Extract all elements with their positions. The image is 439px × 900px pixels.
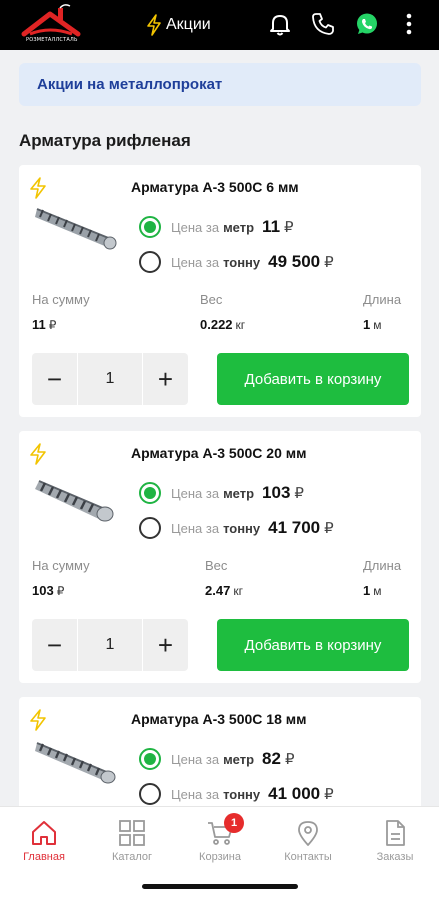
logo-text: РОЗМЕТАЛЛСТАЛЬ: [26, 37, 78, 43]
weight-value: 0.222 кг: [200, 317, 246, 332]
document-icon: [386, 820, 405, 846]
length-value: 1м: [363, 317, 382, 332]
rebar-image[interactable]: [33, 467, 123, 523]
decrement-button[interactable]: −: [32, 619, 78, 671]
product-card: Арматура А-3 500С 6 мм Цена за метр 11 ₽…: [19, 165, 421, 417]
nav-item-catalog[interactable]: Каталог: [92, 819, 172, 863]
quantity-value[interactable]: 1: [78, 370, 142, 388]
section-title: Арматура рифленая: [19, 131, 191, 150]
quantity-value[interactable]: 1: [78, 636, 142, 654]
weight-label: Вес: [205, 558, 228, 573]
quantity-stepper: − 1 +: [32, 619, 188, 671]
nav-label: Контакты: [284, 851, 332, 863]
price-prefix: Цена за: [171, 219, 220, 235]
price-unit: метр: [223, 485, 255, 501]
sum-label: На сумму: [32, 292, 90, 307]
grid-icon: [119, 820, 145, 846]
sum-value: 11 ₽: [32, 317, 57, 332]
price-value: 82: [262, 749, 281, 768]
lightning-icon: [147, 14, 161, 36]
price-unit: тонну: [223, 786, 261, 802]
nav-item-orders[interactable]: Заказы: [355, 819, 435, 863]
currency-sign: ₽: [284, 219, 294, 236]
price-option-meter[interactable]: Цена за метр 103 ₽: [139, 481, 304, 505]
whatsapp-icon[interactable]: [354, 11, 380, 37]
currency-sign: ₽: [294, 485, 304, 502]
rebar-image[interactable]: [33, 201, 123, 257]
currency-sign: ₽: [324, 254, 334, 271]
increment-button[interactable]: +: [142, 619, 188, 671]
price-unit: тонну: [223, 520, 261, 536]
quantity-stepper: − 1 +: [32, 353, 188, 405]
add-to-cart-button[interactable]: Добавить в корзину: [217, 353, 409, 405]
nav-item-contacts[interactable]: Контакты: [268, 819, 348, 863]
price-option-meter[interactable]: Цена за метр 11 ₽: [139, 215, 294, 239]
increment-button[interactable]: +: [142, 353, 188, 405]
price-value: 103: [262, 483, 291, 502]
price-option-ton[interactable]: Цена за тонну 49 500 ₽: [139, 250, 334, 274]
nav-item-home[interactable]: Главная: [4, 819, 84, 863]
currency-sign: ₽: [324, 520, 334, 537]
weight-value: 2.47 кг: [205, 583, 243, 598]
currency-sign: ₽: [284, 751, 295, 768]
phone-icon[interactable]: [310, 11, 336, 37]
more-vertical-icon[interactable]: [396, 11, 422, 37]
price-prefix: Цена за: [171, 751, 220, 767]
nav-label: Каталог: [112, 851, 152, 863]
length-value: 1м: [363, 583, 382, 598]
cart-badge: 1: [224, 813, 244, 833]
length-label: Длина: [363, 292, 402, 307]
lightning-icon: [30, 709, 46, 731]
price-prefix: Цена за: [171, 786, 220, 802]
price-option-meter[interactable]: Цена за метр 82 ₽: [139, 747, 295, 771]
price-option-ton[interactable]: Цена за тонну 41 000 ₽: [139, 782, 334, 806]
location-pin-icon: [298, 821, 318, 846]
price-unit: метр: [223, 219, 255, 235]
radio-button[interactable]: [139, 783, 161, 805]
lightning-icon: [30, 177, 46, 199]
nav-label: Главная: [23, 851, 65, 863]
radio-button[interactable]: [139, 517, 161, 539]
price-value: 49 500: [268, 252, 321, 271]
product-card: Арматура А-3 500С 20 мм Цена за метр 103…: [19, 431, 421, 683]
lightning-icon: [30, 443, 46, 465]
weight-label: Вес: [200, 292, 223, 307]
price-option-ton[interactable]: Цена за тонну 41 700 ₽: [139, 516, 334, 540]
currency-sign: ₽: [324, 786, 334, 803]
home-indicator[interactable]: [142, 884, 298, 889]
promo-nav-label: Акции: [166, 16, 211, 33]
length-label: Длина: [363, 558, 402, 573]
app-header: РОЗМЕТАЛЛСТАЛЬ Акции: [0, 0, 439, 50]
rebar-image[interactable]: [33, 733, 123, 789]
promo-nav-button[interactable]: Акции: [146, 12, 211, 38]
sum-value: 103 ₽: [32, 583, 65, 598]
sum-label: На сумму: [32, 558, 90, 573]
promo-banner[interactable]: Акции на металлопрокат: [19, 63, 421, 106]
product-title: Арматура А-3 500С 20 мм: [131, 445, 307, 461]
price-value: 41 700: [268, 518, 321, 537]
nav-label: Заказы: [376, 851, 414, 863]
bell-icon[interactable]: [267, 11, 293, 37]
decrement-button[interactable]: −: [32, 353, 78, 405]
product-title: Арматура А-3 500С 18 мм: [131, 711, 307, 727]
product-title: Арматура А-3 500С 6 мм: [131, 179, 299, 195]
promo-banner-text: Акции на металлопрокат: [37, 76, 223, 93]
price-value: 41 000: [268, 784, 321, 803]
price-unit: тонну: [223, 254, 261, 270]
nav-label: Корзина: [199, 851, 241, 863]
price-prefix: Цена за: [171, 485, 220, 501]
price-unit: метр: [223, 751, 255, 767]
radio-button-selected[interactable]: [139, 748, 161, 770]
home-icon: [32, 821, 56, 845]
nav-item-cart[interactable]: 1 Корзина: [180, 813, 260, 863]
radio-button-selected[interactable]: [139, 482, 161, 504]
price-prefix: Цена за: [171, 520, 220, 536]
add-to-cart-button[interactable]: Добавить в корзину: [217, 619, 409, 671]
price-prefix: Цена за: [171, 254, 220, 270]
radio-button-selected[interactable]: [139, 216, 161, 238]
price-value: 11: [262, 217, 281, 236]
radio-button[interactable]: [139, 251, 161, 273]
